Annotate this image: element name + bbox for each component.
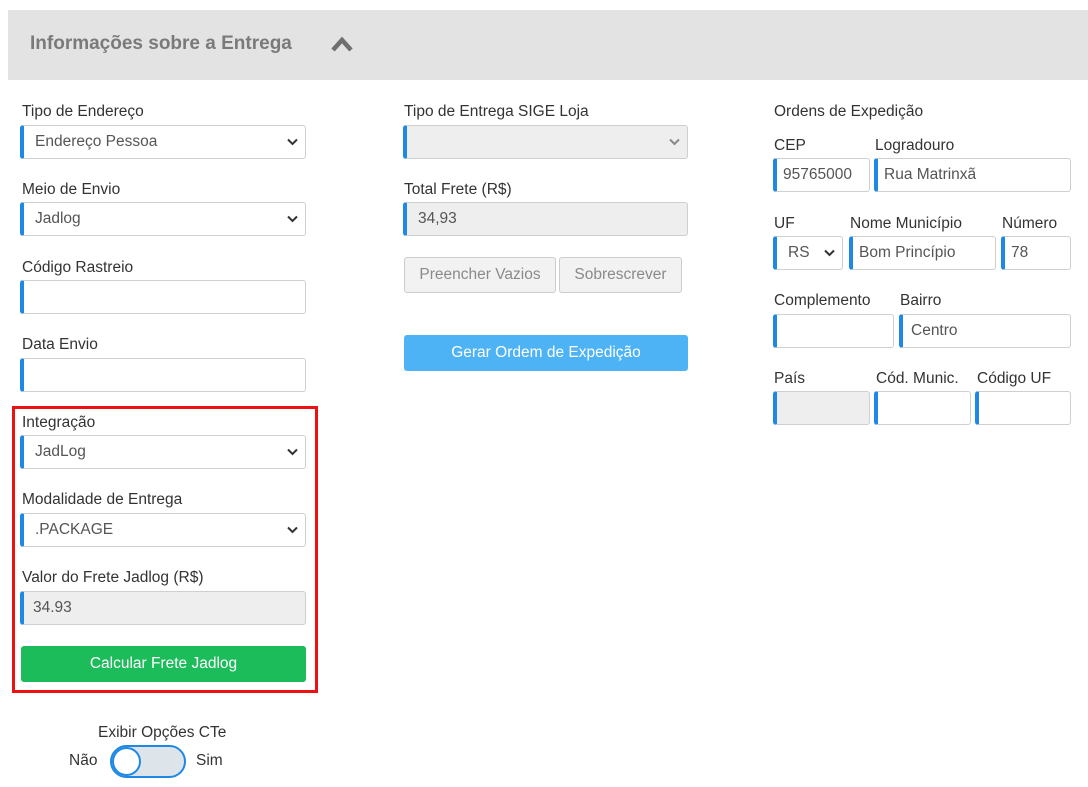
- uf-label: UF: [774, 215, 795, 232]
- chevron-down-icon: [287, 526, 298, 534]
- pais-label: País: [774, 370, 806, 387]
- section-title: Informações sobre a Entrega: [30, 33, 292, 54]
- tipo-entrega-select[interactable]: [403, 125, 688, 159]
- integracao-value: JadLog: [35, 443, 86, 460]
- uf-select[interactable]: RS: [773, 236, 843, 270]
- toggle-off-label: Não: [69, 752, 98, 769]
- meio-envio-label: Meio de Envio: [22, 181, 121, 198]
- cte-options-label: Exibir Opções CTe: [98, 724, 227, 741]
- toggle-on-label: Sim: [196, 752, 223, 769]
- complemento-input[interactable]: [773, 314, 894, 348]
- codigo-rastreio-label: Código Rastreio: [22, 259, 134, 276]
- municipio-label: Nome Município: [850, 215, 962, 232]
- modalidade-select[interactable]: .PACKAGE: [20, 513, 306, 547]
- ordens-expedicao-title: Ordens de Expedição: [774, 103, 924, 120]
- tipo-endereco-label: Tipo de Endereço: [22, 103, 144, 120]
- pais-input[interactable]: [773, 391, 870, 425]
- total-frete-label: Total Frete (R$): [404, 181, 512, 198]
- chevron-down-icon: [824, 249, 835, 257]
- data-envio-label: Data Envio: [22, 336, 98, 353]
- integracao-select[interactable]: JadLog: [20, 435, 306, 469]
- uf-value: RS: [788, 244, 810, 261]
- codigo-uf-input[interactable]: [975, 391, 1071, 425]
- bairro-input[interactable]: Centro: [899, 314, 1071, 348]
- toggle-knob: [112, 747, 141, 776]
- calcular-frete-button[interactable]: Calcular Frete Jadlog: [21, 646, 306, 682]
- logradouro-label: Logradouro: [875, 137, 955, 154]
- cep-input[interactable]: 95765000: [773, 158, 870, 192]
- bairro-label: Bairro: [900, 292, 942, 309]
- codigo-rastreio-input[interactable]: [20, 280, 306, 314]
- codigo-uf-label: Código UF: [977, 370, 1052, 387]
- municipio-input[interactable]: Bom Princípio: [849, 236, 996, 270]
- tipo-entrega-label: Tipo de Entrega SIGE Loja: [404, 103, 589, 120]
- numero-label: Número: [1002, 215, 1058, 232]
- chevron-down-icon: [287, 215, 298, 223]
- chevron-down-icon: [287, 138, 298, 146]
- valor-frete-label: Valor do Frete Jadlog (R$): [22, 569, 204, 586]
- cod-munic-label: Cód. Munic.: [876, 370, 959, 387]
- chevron-down-icon: [669, 138, 680, 146]
- chevron-up-icon[interactable]: [331, 35, 353, 53]
- tipo-endereco-select[interactable]: Endereço Pessoa: [20, 125, 306, 159]
- meio-envio-select[interactable]: Jadlog: [20, 202, 306, 236]
- section-header[interactable]: Informações sobre a Entrega: [8, 10, 1088, 80]
- complemento-label: Complemento: [774, 292, 871, 309]
- data-envio-input[interactable]: [20, 358, 306, 392]
- total-frete-input[interactable]: 34,93: [403, 202, 688, 236]
- chevron-down-icon: [287, 448, 298, 456]
- logradouro-input[interactable]: Rua Matrinxã: [874, 158, 1071, 192]
- modalidade-value: .PACKAGE: [35, 521, 114, 538]
- cte-options-toggle[interactable]: [110, 745, 186, 778]
- gerar-ordem-expedicao-button[interactable]: Gerar Ordem de Expedição: [404, 335, 688, 371]
- preencher-vazios-button[interactable]: Preencher Vazios: [404, 257, 556, 293]
- sobrescrever-button[interactable]: Sobrescrever: [559, 257, 682, 293]
- meio-envio-value: Jadlog: [35, 210, 81, 227]
- valor-frete-input[interactable]: 34.93: [20, 591, 306, 625]
- cep-label: CEP: [774, 137, 806, 154]
- modalidade-label: Modalidade de Entrega: [22, 491, 183, 508]
- numero-input[interactable]: 78: [1001, 236, 1071, 270]
- integracao-label: Integração: [22, 414, 96, 431]
- tipo-endereco-value: Endereço Pessoa: [35, 133, 158, 150]
- cod-munic-input[interactable]: [874, 391, 971, 425]
